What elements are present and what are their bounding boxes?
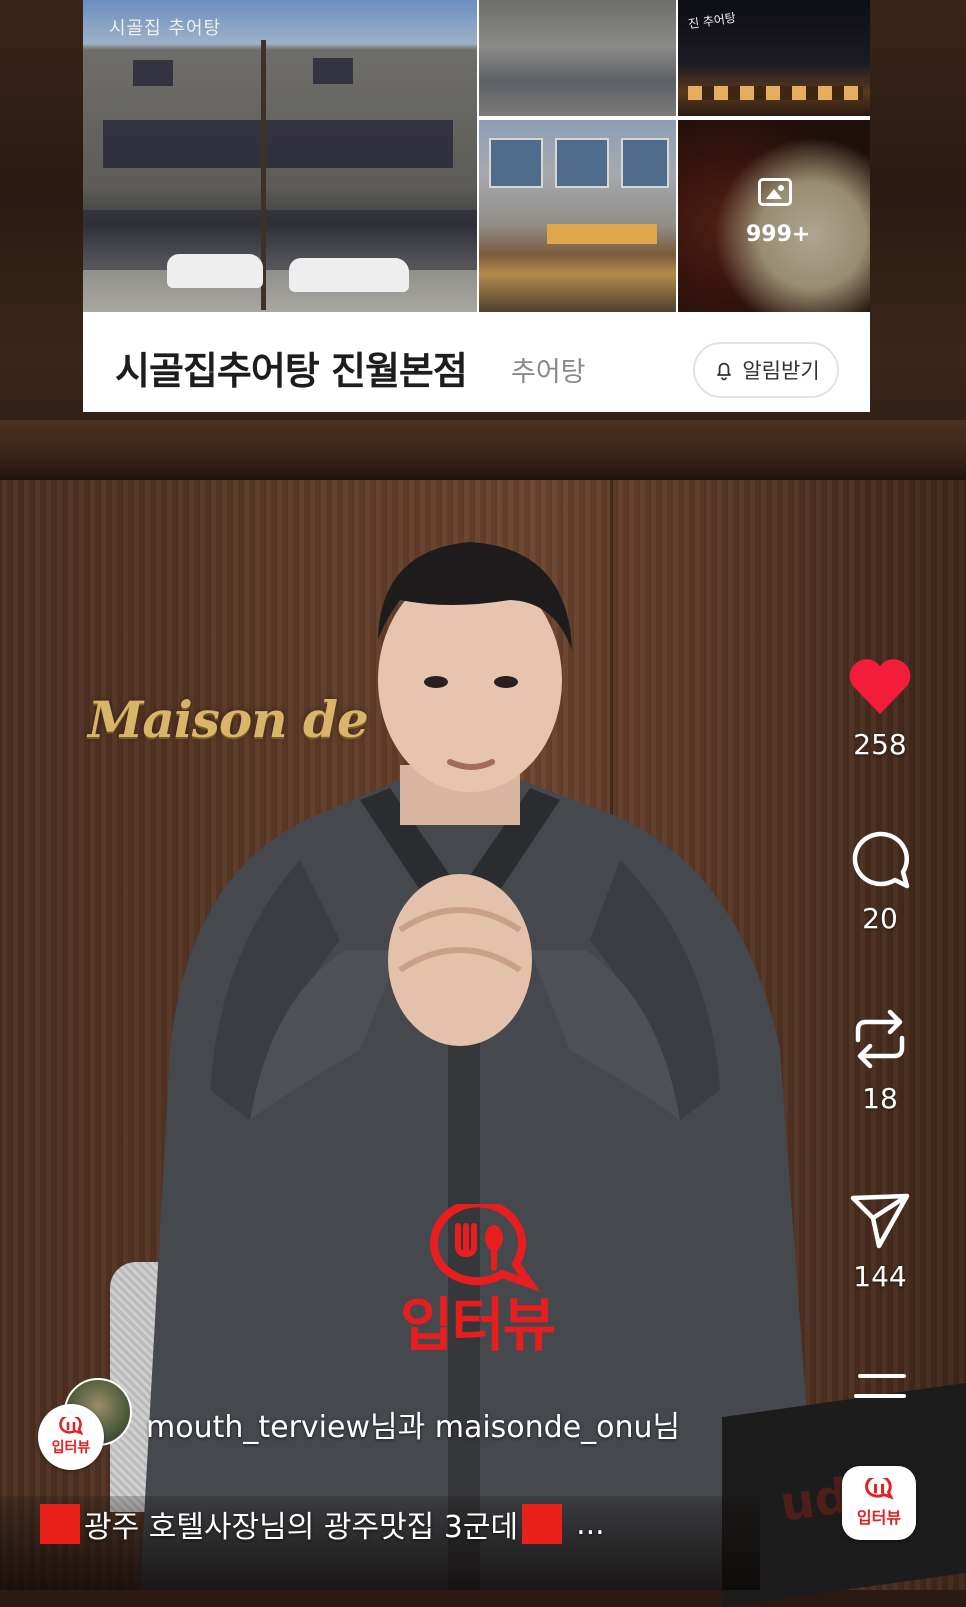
more-photos-count: 999+ bbox=[746, 222, 811, 247]
post-caption[interactable]: 광주 호텔사장님의 광주맛집 3군데 ... bbox=[40, 1502, 605, 1546]
photo-gallery[interactable]: 시골집 추어탕 진 추어탕 999+ bbox=[83, 0, 870, 312]
place-card[interactable]: 시골집 추어탕 진 추어탕 999+ 시골집추어탕 진월본점 추어탕 알림받기 bbox=[83, 0, 870, 412]
window bbox=[621, 138, 669, 188]
caption-more[interactable]: ... bbox=[576, 1507, 605, 1542]
ground-floor bbox=[83, 210, 477, 270]
app-label: 입터뷰 bbox=[856, 1508, 902, 1527]
window bbox=[555, 138, 609, 188]
photo-overlay bbox=[678, 120, 870, 312]
heart-icon bbox=[847, 656, 913, 722]
notify-label: 알림받기 bbox=[742, 359, 820, 383]
wall-ledge bbox=[0, 420, 966, 482]
share-button[interactable]: 144 bbox=[838, 1190, 922, 1293]
repost-count: 18 bbox=[862, 1082, 898, 1115]
window bbox=[489, 138, 543, 188]
entrance-photo[interactable] bbox=[479, 120, 676, 312]
share-count: 144 bbox=[853, 1260, 907, 1293]
red-square-emoji bbox=[522, 1504, 563, 1544]
menu-line bbox=[854, 1394, 906, 1398]
fork-spoon-icon bbox=[59, 1417, 84, 1436]
building-photo[interactable] bbox=[479, 0, 676, 116]
car bbox=[167, 254, 263, 288]
night-sign-photo[interactable]: 진 추어탕 bbox=[678, 0, 870, 116]
like-count: 258 bbox=[853, 728, 907, 761]
comment-button[interactable]: 20 bbox=[838, 828, 922, 935]
storefront-photo[interactable]: 시골집 추어탕 bbox=[83, 0, 477, 312]
window-lights bbox=[688, 86, 863, 100]
bell-icon bbox=[712, 358, 736, 382]
red-square-emoji bbox=[40, 1504, 80, 1544]
avatar-label: 입터뷰 bbox=[51, 1440, 91, 1456]
author-avatars[interactable]: 입터뷰 bbox=[38, 1378, 138, 1470]
author-names[interactable]: mouth_terview님과 maisonde_onu님 bbox=[146, 1402, 680, 1446]
food-photo[interactable]: 999+ bbox=[678, 120, 870, 312]
repost-icon bbox=[850, 1006, 910, 1076]
send-icon bbox=[849, 1190, 911, 1254]
window bbox=[103, 120, 453, 168]
repost-button[interactable]: 18 bbox=[838, 1006, 922, 1115]
storefront-sign: 시골집 추어탕 bbox=[109, 18, 222, 39]
fork-spoon-icon bbox=[865, 1478, 894, 1500]
like-button[interactable]: 258 bbox=[838, 656, 922, 761]
watermark-text: 입터뷰 bbox=[399, 1291, 556, 1359]
window bbox=[313, 58, 353, 84]
car bbox=[289, 258, 409, 292]
notify-button[interactable]: 알림받기 bbox=[693, 342, 839, 398]
place-name[interactable]: 시골집추어탕 진월본점 bbox=[115, 340, 468, 395]
comment-bubble-icon bbox=[849, 828, 911, 896]
image-icon bbox=[758, 178, 792, 206]
place-category: 추어탕 bbox=[511, 357, 586, 388]
menu-icon[interactable] bbox=[854, 1372, 906, 1402]
caption-text: 광주 호텔사장님의 광주맛집 3군데 bbox=[84, 1510, 519, 1545]
window bbox=[133, 60, 173, 86]
awning bbox=[547, 224, 657, 244]
night-sign: 진 추어탕 bbox=[687, 10, 737, 32]
menu-line bbox=[858, 1374, 906, 1378]
comment-count: 20 bbox=[862, 902, 898, 935]
avatar[interactable]: 입터뷰 bbox=[38, 1404, 104, 1470]
app-badge-button[interactable]: 입터뷰 bbox=[842, 1466, 916, 1540]
